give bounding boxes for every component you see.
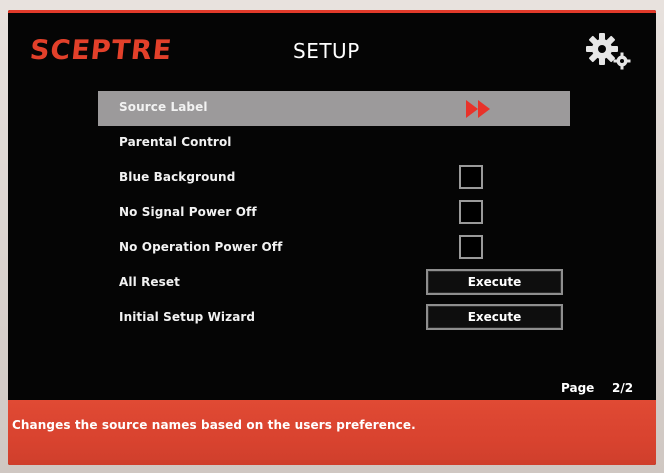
header: SCEPTRE SETUP (8, 13, 656, 83)
menu-item-label: No Operation Power Off (119, 240, 283, 254)
all-reset-execute-button[interactable]: Execute (426, 269, 563, 295)
menu-item-no-operation-power-off[interactable]: No Operation Power Off (98, 231, 570, 266)
menu-item-blue-background[interactable]: Blue Background (98, 161, 570, 196)
menu-item-label: No Signal Power Off (119, 205, 257, 219)
menu-item-all-reset[interactable]: All Reset Execute (98, 266, 570, 301)
no-operation-power-off-checkbox[interactable] (459, 235, 483, 259)
initial-setup-wizard-execute-button[interactable]: Execute (426, 304, 563, 330)
gear-icon[interactable] (586, 31, 634, 71)
menu-item-label: All Reset (119, 275, 180, 289)
page-label: Page (561, 381, 595, 395)
menu-item-initial-setup-wizard[interactable]: Initial Setup Wizard Execute (98, 301, 570, 336)
double-chevron-right-icon (466, 100, 492, 118)
menu-item-label: Parental Control (119, 135, 232, 149)
no-signal-power-off-checkbox[interactable] (459, 200, 483, 224)
brand-logo: SCEPTRE (28, 35, 174, 66)
help-footer: Changes the source names based on the us… (8, 400, 656, 465)
tv-bezel: SCEPTRE SETUP Source Label Parental Cont… (0, 0, 664, 473)
tv-screen: SCEPTRE SETUP Source Label Parental Cont… (8, 10, 656, 465)
page-number: 2/2 (612, 381, 634, 395)
setup-menu: Source Label Parental Control Blue Backg… (98, 91, 570, 336)
menu-item-parental-control[interactable]: Parental Control (98, 126, 570, 161)
menu-item-label: Source Label (119, 100, 208, 114)
page-title: SETUP (293, 39, 360, 63)
blue-background-checkbox[interactable] (459, 165, 483, 189)
menu-item-no-signal-power-off[interactable]: No Signal Power Off (98, 196, 570, 231)
menu-item-label: Initial Setup Wizard (119, 310, 256, 324)
menu-item-source-label[interactable]: Source Label (98, 91, 570, 126)
menu-item-label: Blue Background (119, 170, 236, 184)
help-text: Changes the source names based on the us… (12, 418, 416, 432)
